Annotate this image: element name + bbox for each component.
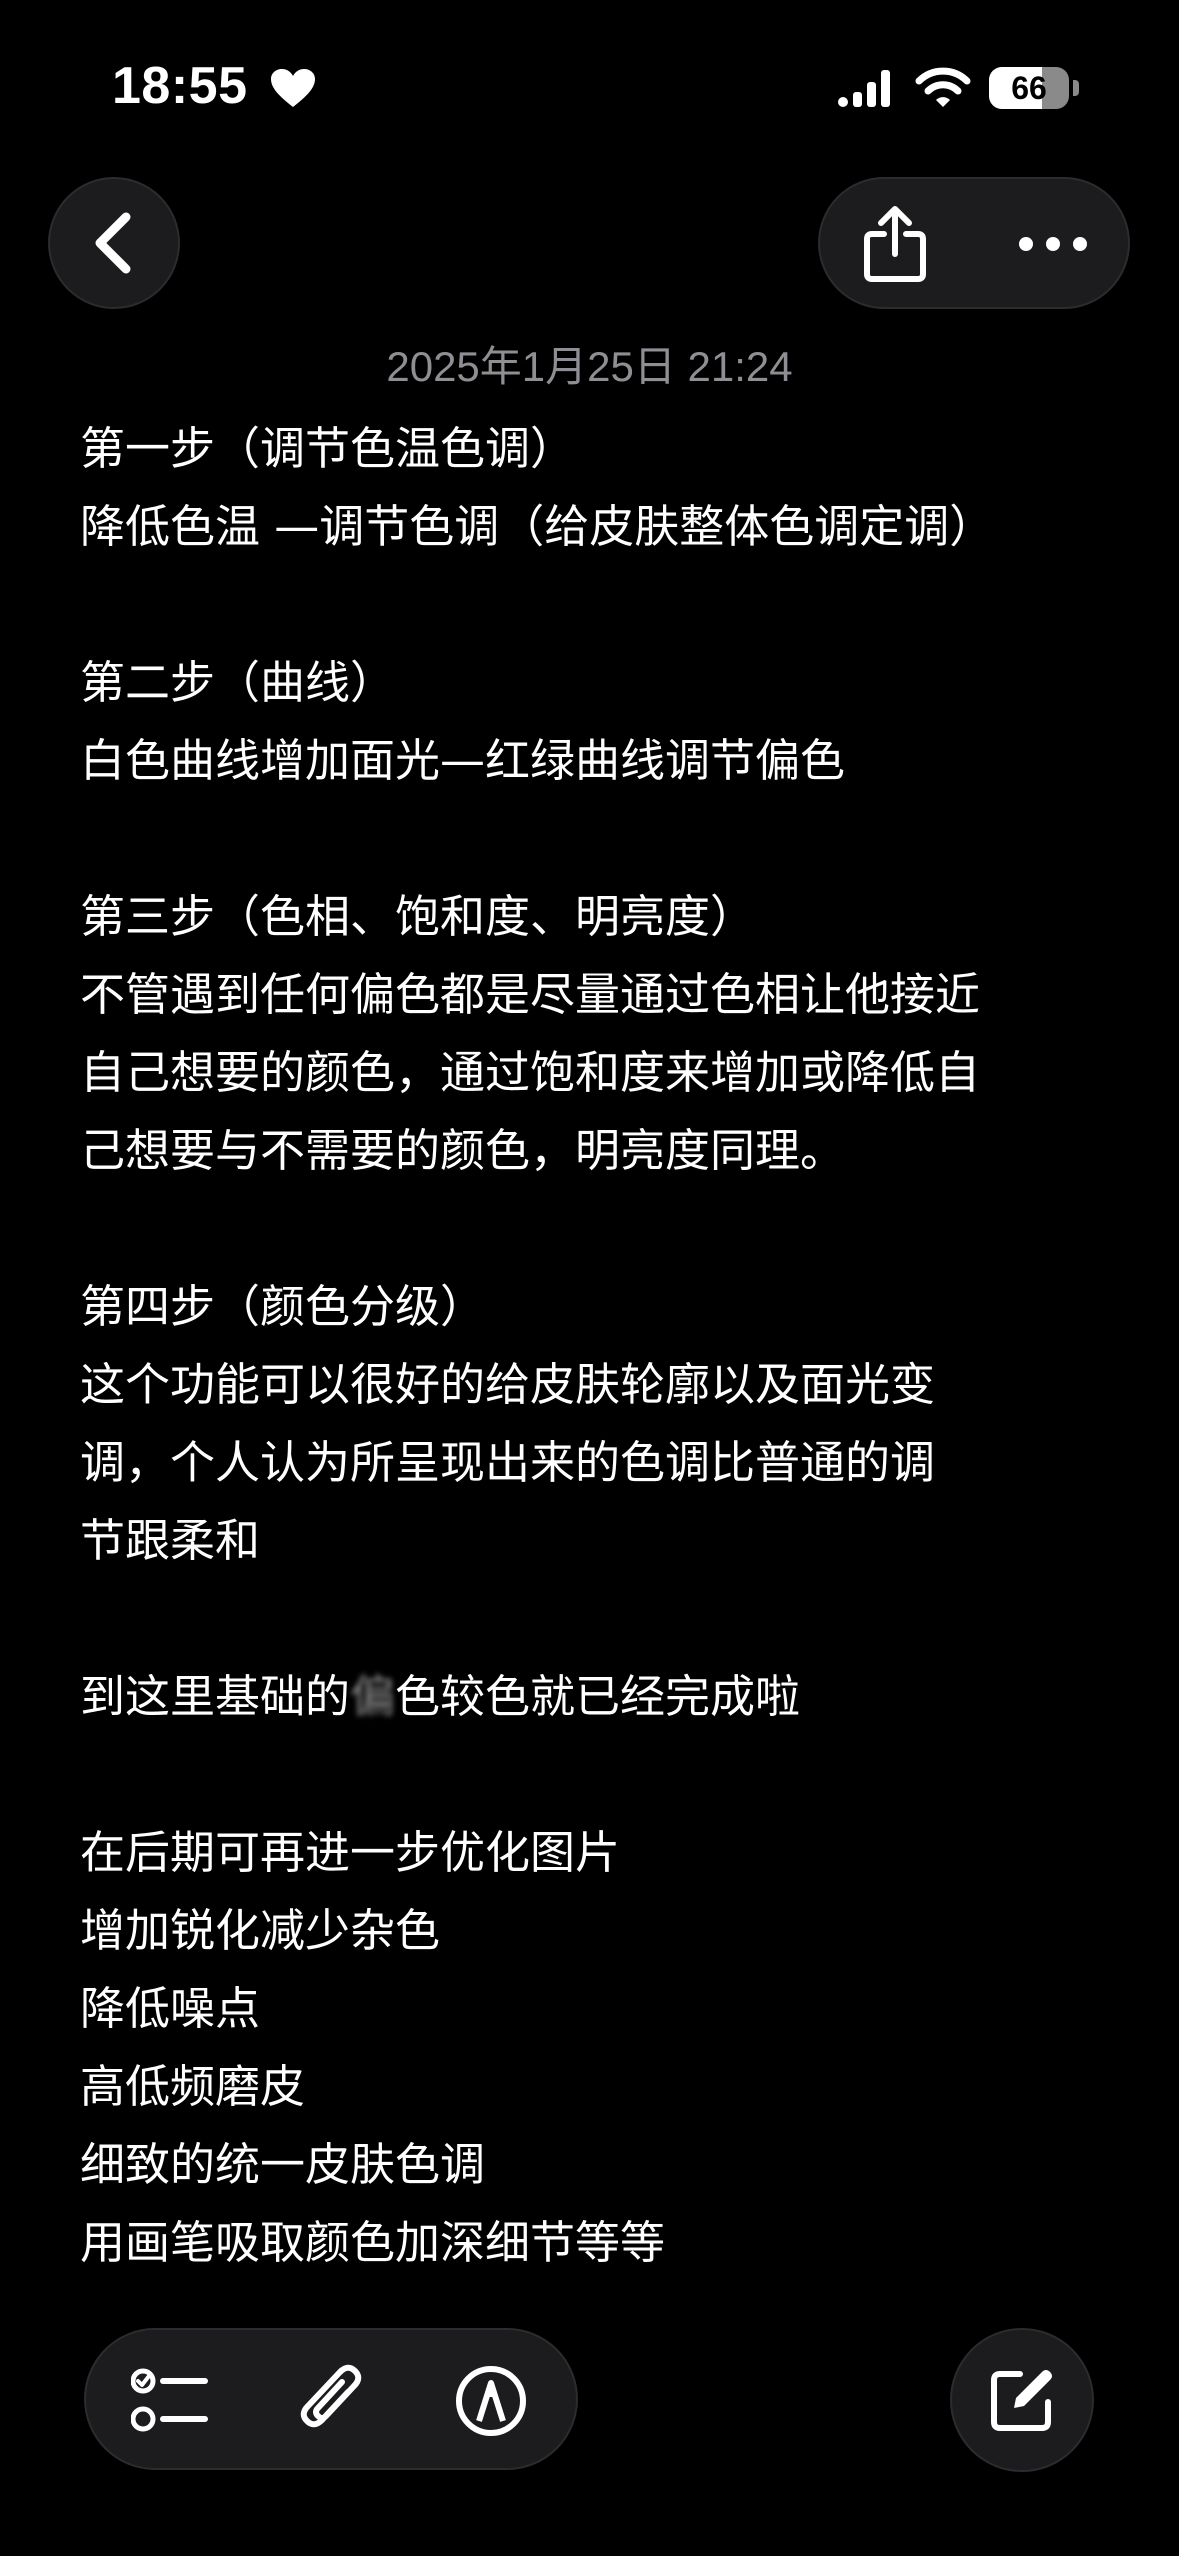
note-line-partial: 到这里基础的偏色较色就已经完成啦: [80, 1658, 1120, 1736]
note-line: [80, 1190, 1120, 1268]
battery-icon: 66: [989, 67, 1069, 109]
compose-button[interactable]: [950, 2328, 1094, 2472]
note-body[interactable]: 第一步（调节色温色调） 降低色温 —调节色调（给皮肤整体色调定调） 第二步（曲线…: [80, 410, 1120, 2282]
paperclip-icon: [300, 2364, 362, 2428]
note-date: 2025年1月25日 21:24: [386, 343, 793, 390]
note-text: 到这里基础的: [80, 1670, 351, 1723]
markup-pen-icon: [456, 2366, 526, 2436]
note-line: 白色曲线增加面光—红绿曲线调节偏色: [80, 734, 846, 787]
note-line: [80, 566, 1120, 644]
note-line: 自己想要的颜色，通过饱和度来增加或降低自: [80, 1046, 981, 1099]
note-line: 降低色温 —调节色调（给皮肤整体色调定调）: [80, 500, 995, 553]
note-line: 这个功能可以很好的给皮肤轮廓以及面光变: [80, 1358, 936, 1411]
note-line: [80, 1580, 1120, 1658]
share-icon: [864, 206, 926, 282]
attach-button[interactable]: [276, 2346, 386, 2456]
compose-icon: [991, 2370, 1052, 2431]
wifi-icon: [915, 67, 971, 107]
cellular-signal-icon: [838, 70, 890, 107]
status-bar: 18:55 66: [0, 0, 1179, 170]
note-line: 降低噪点: [80, 1982, 261, 2035]
note-line: 第四步（颜色分级）: [80, 1280, 486, 1333]
status-indicators: 66: [837, 62, 1079, 114]
more-icon: [1019, 237, 1087, 251]
note-line: 调，个人认为所呈现出来的色调比普通的调: [80, 1436, 936, 1489]
note-actions: [818, 177, 1130, 309]
checklist-button[interactable]: [116, 2346, 226, 2456]
chevron-left-icon: [95, 212, 131, 274]
note-line: [80, 800, 1120, 878]
note-line: 高低频磨皮: [80, 2060, 306, 2113]
battery-level: 66: [1011, 69, 1047, 106]
status-time: 18:55: [112, 57, 248, 115]
note-line: 在后期可再进一步优化图片: [80, 1826, 621, 1879]
note-text: 色较色就已经完成啦: [395, 1670, 801, 1723]
note-line: 细致的统一皮肤色调: [80, 2138, 486, 2191]
markup-button[interactable]: [436, 2346, 546, 2456]
obscured-character: 偏: [350, 1670, 396, 1723]
back-button[interactable]: [48, 177, 180, 309]
note-line: 增加锐化减少杂色: [80, 1904, 441, 1957]
battery-cap: [1073, 80, 1079, 96]
checklist-icon: [131, 2368, 208, 2432]
note-line: 用画笔吸取颜色加深细节等等: [80, 2216, 666, 2269]
note-line: 节跟柔和: [80, 1514, 261, 1567]
note-line: 己想要与不需要的颜色，明亮度同理。: [80, 1124, 846, 1177]
note-line: 第二步（曲线）: [80, 656, 396, 709]
heart-icon: [271, 69, 315, 107]
share-button[interactable]: [840, 189, 950, 299]
note-line: 第一步（调节色温色调）: [80, 422, 576, 475]
bottom-toolbar: [84, 2328, 578, 2470]
note-line: 第三步（色相、饱和度、明亮度）: [80, 890, 756, 943]
more-button[interactable]: [998, 189, 1108, 299]
note-line: 不管遇到任何偏色都是尽量通过色相让他接近: [80, 968, 981, 1021]
note-line: [80, 1736, 1120, 1814]
